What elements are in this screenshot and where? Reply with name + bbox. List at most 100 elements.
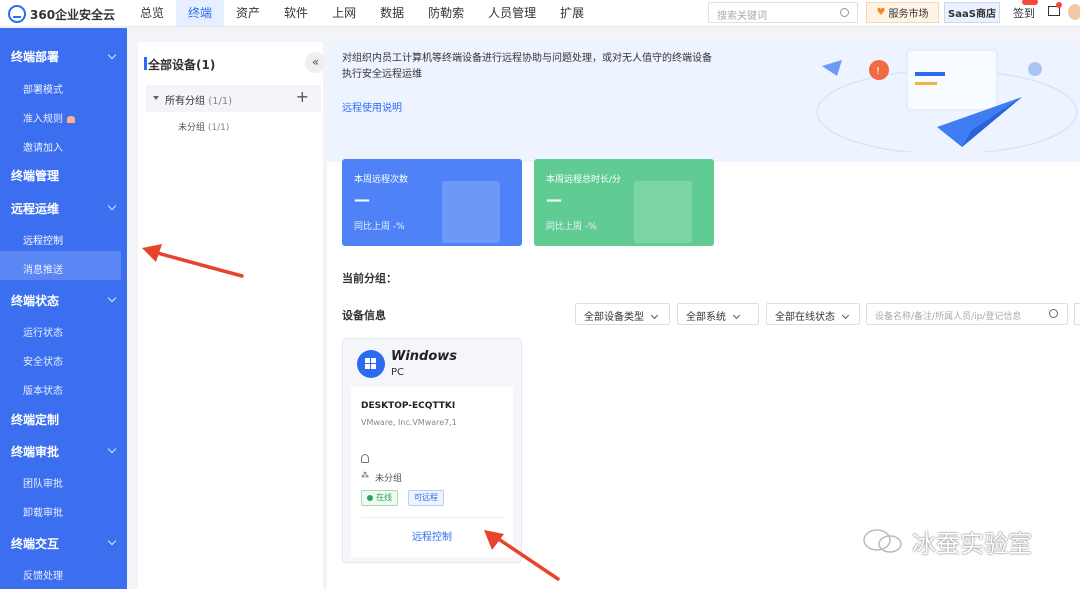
chevron-down-icon[interactable] [107,201,117,211]
collapse-button[interactable]: « [305,52,326,73]
topnav-ransomware[interactable]: 防勒索 [416,0,476,26]
tree-node-count: (1/1) [208,96,233,107]
sidebar-group-manage[interactable]: 终端管理 [11,167,59,184]
chevron-down-icon [732,311,741,320]
top-bar: 360企业安全云 总览 终端 资产 软件 上网 数据 防勒索 人员管理 扩展 搜… [0,0,1080,27]
chevron-down-icon[interactable] [107,50,117,60]
tree-node-all-groups[interactable]: 所有分组 (1/1) + [146,85,321,112]
title-accent-bar [144,57,147,70]
heart-icon [67,115,75,123]
svg-text:!: ! [876,66,880,77]
system-select[interactable]: 全部系统 [677,303,759,325]
topnav-software[interactable]: 软件 [272,0,320,26]
device-search-placeholder: 设备名称/备注/所属人员/ip/登记信息 [875,312,1022,322]
logo[interactable]: 360企业安全云 [8,5,115,23]
sidebar-item-message-push[interactable]: 消息推送 [23,261,63,276]
online-dot-icon [367,495,373,501]
sidebar-item-feedback[interactable]: 反馈处理 [23,567,63,582]
sidebar-item-deploy-mode[interactable]: 部署模式 [23,81,63,96]
saas-store-button[interactable]: SaaS商店 [944,2,1000,23]
search-icon[interactable] [1049,309,1058,318]
caret-down-icon[interactable] [153,96,159,100]
stat-title: 本周远程总时长/分 [546,175,622,185]
stat-card-remote-duration: 本周远程总时长/分 — 同比上周 -% [534,159,714,246]
device-search-input[interactable]: 设备名称/备注/所属人员/ip/登记信息 [866,303,1068,325]
topnav-assets[interactable]: 资产 [224,0,272,26]
mail-badge [1056,2,1062,8]
sidebar-item-team-approval[interactable]: 团队审批 [23,475,63,490]
device-vendor: VMware, Inc.VMware7,1 [361,418,457,427]
tree-node-ungrouped[interactable]: 未分组 (1/1) [178,120,229,133]
sidebar-item-label: 准入规则 [23,114,63,125]
sidebar-group-approval[interactable]: 终端审批 [11,443,59,460]
sidebar: 终端部署 部署模式 准入规则 邀请加入 终端管理 远程运维 远程控制 消息推送 … [0,28,127,589]
logo-icon [8,5,26,23]
service-market-label: 服务市场 [888,9,929,20]
sidebar-group-deploy[interactable]: 终端部署 [11,48,59,65]
tree-node-label-text: 所有分组 [165,96,205,107]
hero-banner: 对组织内员工计算机等终端设备进行远程协助与问题处理，或对无人值守的终端设备执行安… [327,42,1080,162]
chevron-down-icon [650,311,659,320]
online-status-badge: 在线 [361,490,398,506]
topnav-internet[interactable]: 上网 [320,0,368,26]
sidebar-item-invite[interactable]: 邀请加入 [23,139,63,154]
group-tree-panel: 全部设备(1) « 所有分组 (1/1) + 未分组 (1/1) [138,42,326,589]
divider [361,517,506,518]
remote-capable-badge: 可远程 [408,490,444,506]
sidebar-item-remote-control[interactable]: 远程控制 [23,232,63,247]
wechat-icon [863,529,902,553]
top-nav: 总览 终端 资产 软件 上网 数据 防勒索 人员管理 扩展 [128,0,596,26]
annotation-arrow-icon [484,530,560,581]
sidebar-group-custom[interactable]: 终端定制 [11,411,59,428]
online-status-select[interactable]: 全部在线状态 [766,303,860,325]
sidebar-group-remote-ops[interactable]: 远程运维 [11,200,59,217]
filter-more-button[interactable] [1074,303,1080,325]
topnav-overview[interactable]: 总览 [128,0,176,26]
sidebar-group-interact[interactable]: 终端交互 [11,535,59,552]
hero-description: 对组织内员工计算机等终端设备进行远程协助与问题处理，或对无人值守的终端设备执行安… [342,53,712,80]
device-info-heading: 设备信息 [342,309,386,322]
annotation-arrow-icon [142,244,244,278]
tree-node-label: 所有分组 (1/1) [165,92,232,107]
add-group-icon[interactable]: + [296,87,309,106]
current-group-label: 当前分组： [342,272,397,285]
device-type-select[interactable]: 全部设备类型 [575,303,670,325]
stat-value: — [546,190,562,209]
sidebar-item-access-rules[interactable]: 准入规则 [23,110,75,125]
heart-icon: ♥ [876,7,886,18]
avatar[interactable] [1068,4,1080,20]
online-status-value: 全部在线状态 [775,312,835,323]
sidebar-item-version-status[interactable]: 版本状态 [23,382,63,397]
stat-card-remote-count: 本周远程次数 — 同比上周 -% [342,159,522,246]
service-market-button[interactable]: ♥ 服务市场 [866,2,939,23]
sidebar-item-run-status[interactable]: 运行状态 [23,324,63,339]
stat-compare: 同比上周 -% [354,222,405,232]
system-value: 全部系统 [686,312,726,323]
search-icon[interactable] [840,8,849,17]
paper-plane-illustration-icon: ! [816,49,1078,152]
topnav-data[interactable]: 数据 [368,0,416,26]
sidebar-item-security-status[interactable]: 安全状态 [23,353,63,368]
device-type-value: 全部设备类型 [584,312,644,323]
stat-compare: 同比上周 -% [546,222,597,232]
chevron-down-icon[interactable] [107,293,117,303]
stat-title: 本周远程次数 [354,175,409,185]
user-icon [361,454,369,463]
document-icon [442,181,500,243]
chevron-down-icon[interactable] [107,536,117,546]
folder-chart-icon [634,181,692,243]
usage-guide-link[interactable]: 远程使用说明 [342,99,402,114]
stat-value: — [354,190,370,209]
sidebar-group-status[interactable]: 终端状态 [11,292,59,309]
global-search-input[interactable]: 搜索关键词 [708,2,858,23]
topnav-people[interactable]: 人员管理 [476,0,548,26]
device-group: 未分组 [375,474,403,484]
main-content: 对组织内员工计算机等终端设备进行远程协助与问题处理，或对无人值守的终端设备执行安… [327,42,1080,589]
device-hostname: DESKTOP-ECQTTKI [361,401,456,411]
sidebar-item-uninstall-approval[interactable]: 卸载审批 [23,504,63,519]
signin-button[interactable]: 签到 [1013,5,1035,21]
topnav-endpoint[interactable]: 终端 [176,0,225,26]
topnav-extend[interactable]: 扩展 [548,0,596,26]
tree-title: 全部设备(1) [148,58,216,72]
chevron-down-icon[interactable] [107,444,117,454]
